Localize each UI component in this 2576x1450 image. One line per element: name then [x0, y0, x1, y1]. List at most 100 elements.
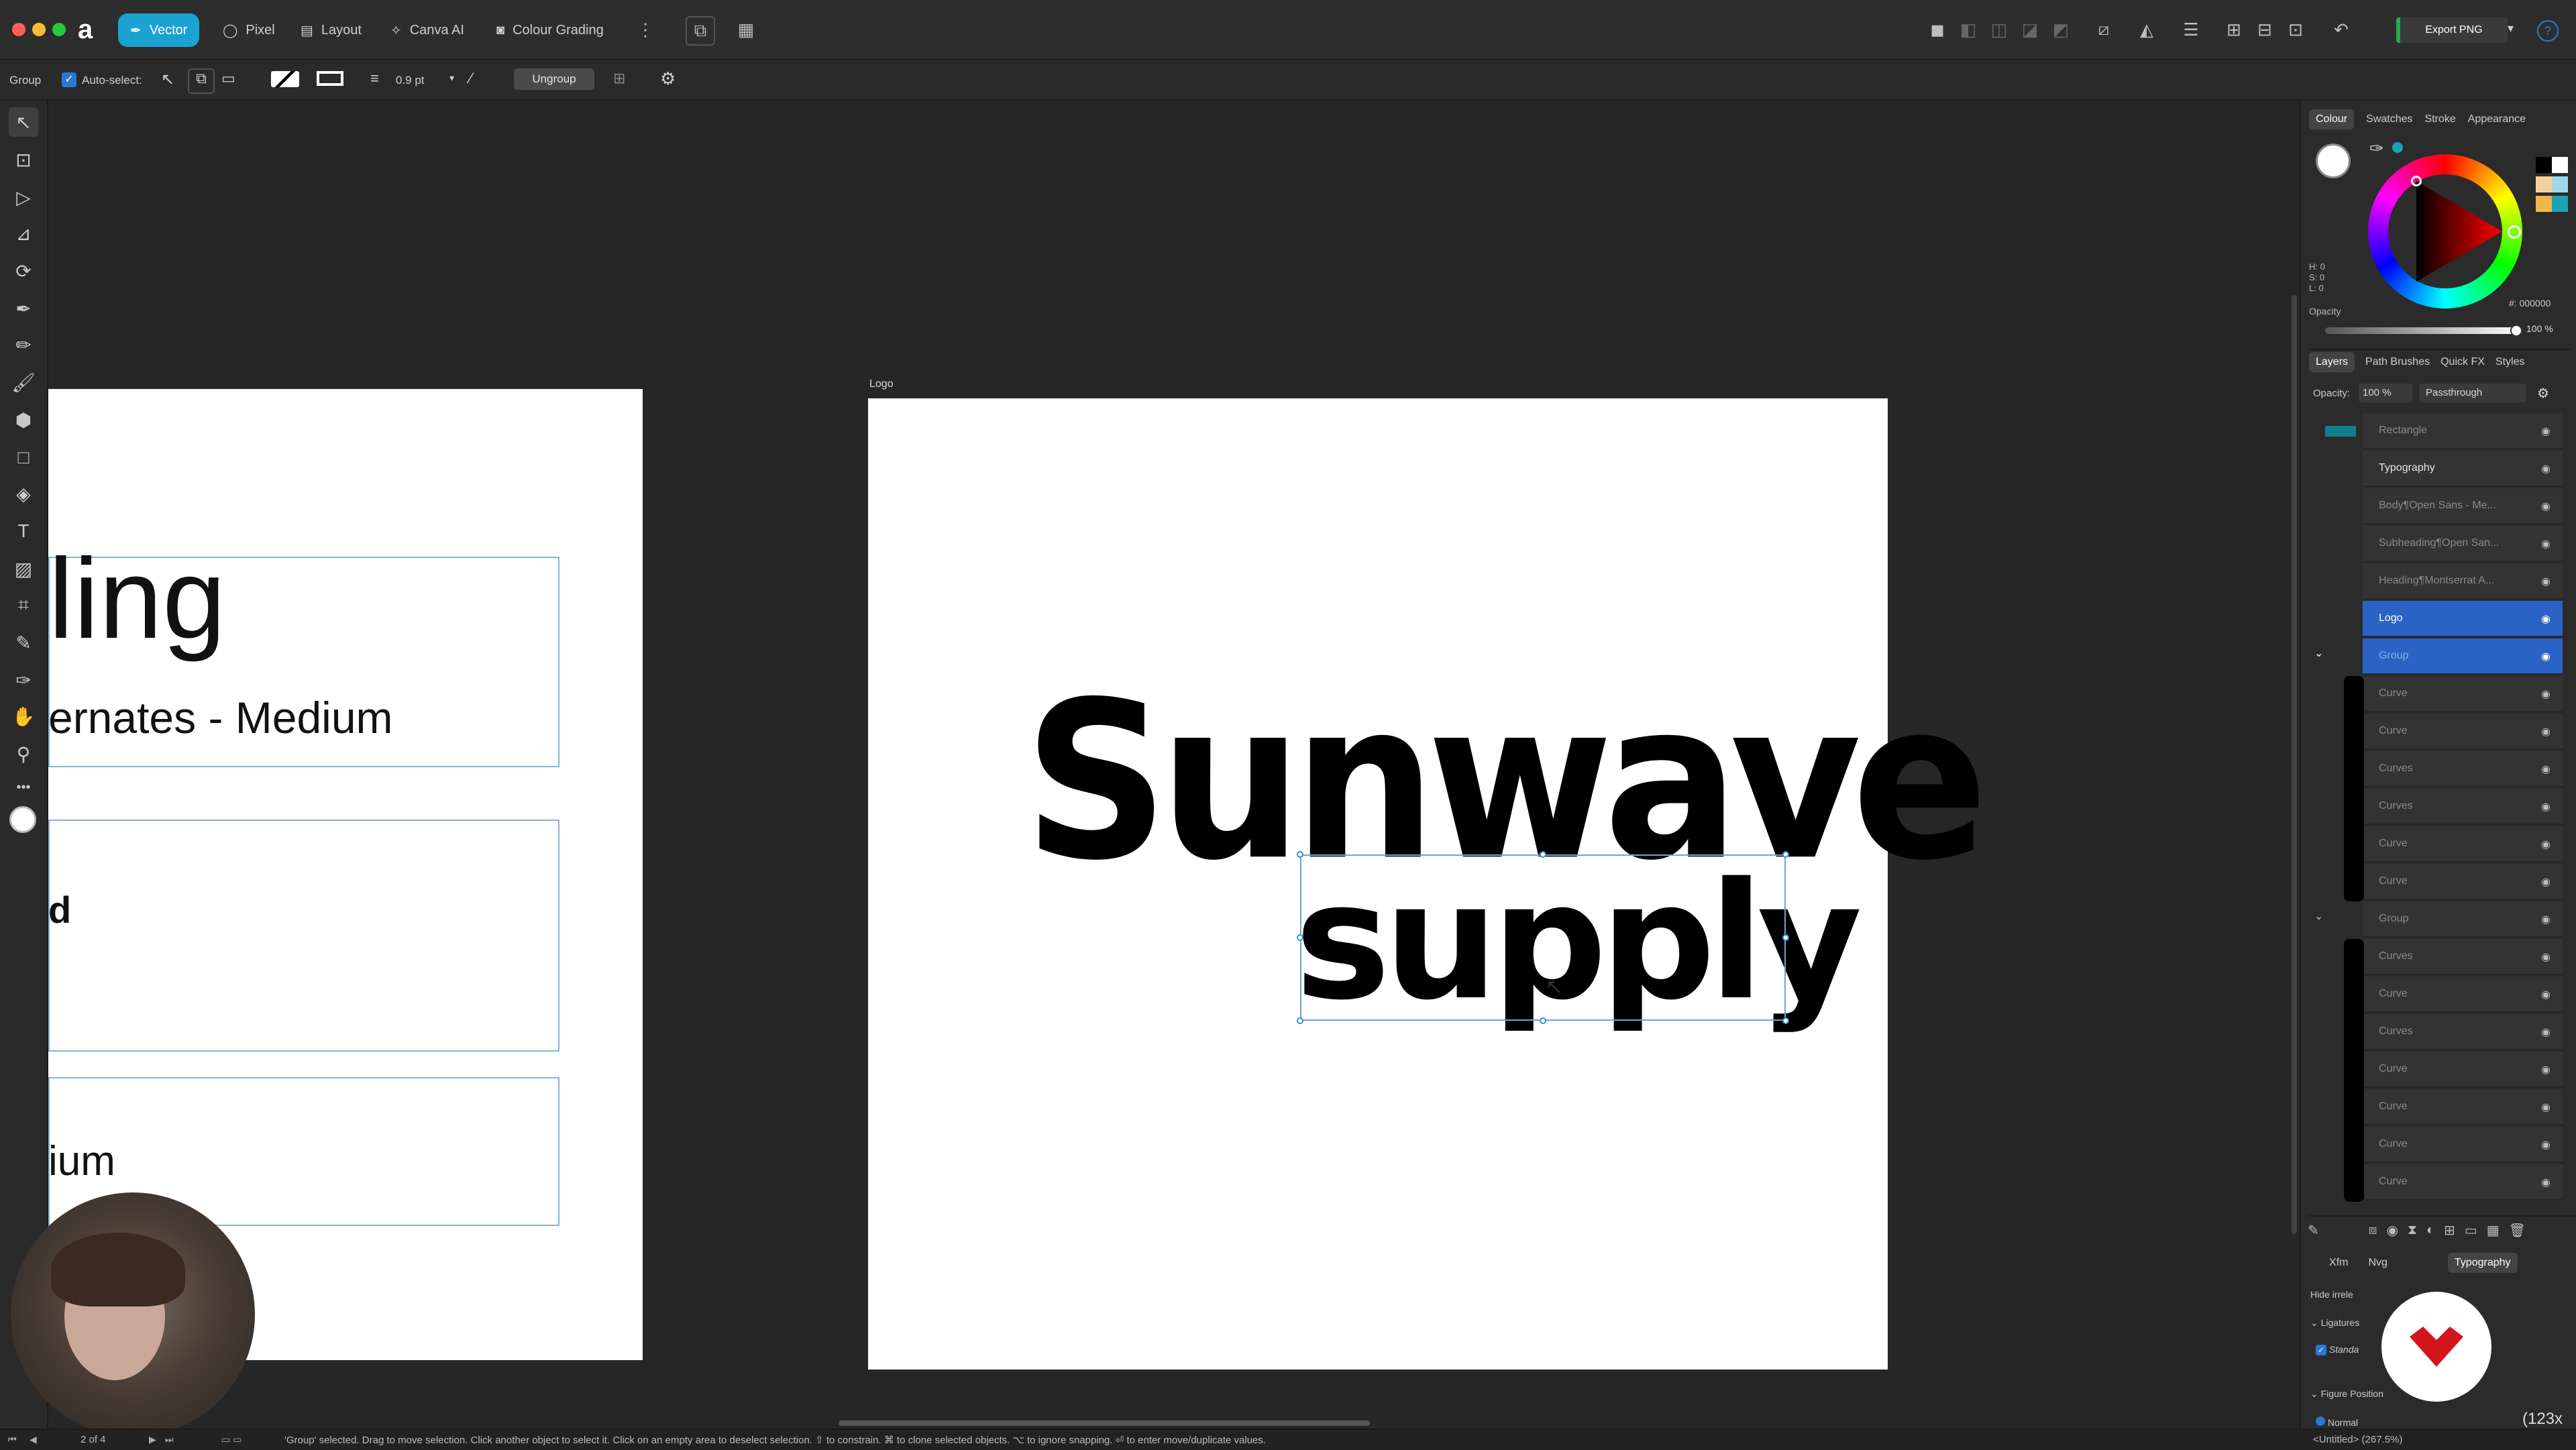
more-tools-icon[interactable]: ••• [9, 773, 38, 802]
next-page-icon[interactable]: ▶ [149, 1434, 156, 1445]
visibility-eye-icon[interactable]: ◉ [2541, 575, 2555, 588]
folder-icon[interactable]: ▭ [2465, 1222, 2477, 1239]
layer-row-logo[interactable]: Logo ◉ [2363, 601, 2563, 637]
layer-row[interactable]: Rectangle ◉ [2325, 413, 2563, 449]
point-transform-tool-icon[interactable]: ⊿ [9, 219, 38, 248]
tab-appearance[interactable]: Appearance [2468, 113, 2526, 125]
layer-row[interactable]: Curve ◉ [2363, 714, 2563, 750]
close-window-button[interactable] [12, 23, 25, 36]
tab-path-brushes[interactable]: Path Brushes [2365, 356, 2430, 368]
visibility-eye-icon[interactable]: ◉ [2541, 1101, 2555, 1114]
flip-icon[interactable]: ◭ [2133, 16, 2160, 43]
figure-position-section[interactable]: ⌄ Figure Position [2310, 1388, 2383, 1400]
persona-layout-button[interactable]: ▤ Layout [288, 13, 374, 47]
hand-tool-icon[interactable]: ✋ [9, 702, 38, 731]
colour-grading-button[interactable]: ◙ Colour Grading [484, 13, 616, 47]
layer-row[interactable]: Curves ◉ [2363, 939, 2563, 975]
pen-tool-icon[interactable]: ✒ [9, 294, 38, 323]
visibility-eye-icon[interactable]: ◉ [2541, 687, 2555, 701]
visibility-eye-icon[interactable]: ◉ [2541, 1063, 2555, 1076]
visibility-eye-icon[interactable]: ◉ [2541, 650, 2555, 663]
fill-swatch[interactable] [271, 71, 299, 87]
settings-gear-icon[interactable]: ⚙ [660, 68, 676, 89]
zoom-window-button[interactable] [52, 23, 66, 36]
visibility-eye-icon[interactable]: ◉ [2541, 1176, 2555, 1189]
visibility-eye-icon[interactable]: ◉ [2541, 537, 2555, 551]
previous-page-icon[interactable]: ◀ [30, 1434, 37, 1445]
boolean-xor-icon[interactable]: ◪ [2017, 16, 2043, 43]
selection-handle[interactable] [1782, 851, 1789, 858]
tab-typography[interactable]: Typography [2447, 1253, 2518, 1273]
layer-row[interactable]: Curves ◉ [2363, 751, 2563, 787]
mask-icon[interactable]: ⧈ [2369, 1223, 2377, 1238]
visibility-eye-icon[interactable]: ◉ [2541, 913, 2555, 926]
visibility-eye-icon[interactable]: ◉ [2541, 763, 2555, 776]
logo-artboard[interactable]: Sunwave supply ↖ [868, 398, 1988, 1370]
selection-handle[interactable] [1540, 1017, 1546, 1024]
arrange-icon[interactable]: ☰ [2178, 16, 2204, 43]
visibility-eye-icon[interactable]: ◉ [2541, 725, 2555, 738]
affinity-logo-icon[interactable]: a [78, 15, 105, 44]
boolean-subtract-icon[interactable]: ◧ [1955, 16, 1982, 43]
artboard-tool-icon[interactable]: ⊡ [9, 145, 38, 174]
page-thumbnails-icon[interactable]: ▭ ▭ [221, 1434, 241, 1445]
canvas-vertical-scrollbar[interactable] [2292, 295, 2297, 1234]
rotate-tool-icon[interactable]: ⟳ [9, 256, 38, 286]
selection-handle[interactable] [1782, 1017, 1789, 1024]
adjustment-icon[interactable]: ⧗ [2408, 1223, 2417, 1238]
boolean-divide-icon[interactable]: ◩ [2047, 16, 2074, 43]
visibility-eye-icon[interactable]: ◉ [2541, 838, 2555, 851]
visibility-eye-icon[interactable]: ◉ [2541, 500, 2555, 513]
ungroup-button[interactable]: Ungroup [514, 68, 594, 90]
tab-colour[interactable]: Colour [2309, 109, 2355, 129]
more-options-icon[interactable]: ⋮ [632, 16, 659, 43]
expand-chevron-icon[interactable]: ⌄ [2314, 647, 2323, 660]
boolean-intersect-icon[interactable]: ◫ [1986, 16, 2012, 43]
canvas-horizontal-scrollbar[interactable] [839, 1420, 1370, 1426]
layer-row[interactable]: Curves ◉ [2363, 789, 2563, 825]
persona-vector-button[interactable]: ✒ Vector [118, 13, 200, 47]
snapping-icon[interactable]: ⧉ [686, 16, 715, 46]
fill-tool-icon[interactable]: ⬢ [9, 405, 38, 435]
node-tool-icon[interactable]: ▷ [9, 182, 38, 212]
visibility-eye-icon[interactable]: ◉ [2541, 425, 2555, 438]
grid-snap-icon[interactable]: ⊞ [613, 70, 625, 87]
layer-row[interactable]: Curve ◉ [2363, 1127, 2563, 1163]
layer-row[interactable]: Subheading¶Open San... ◉ [2363, 526, 2563, 562]
visibility-eye-icon[interactable]: ◉ [2541, 800, 2555, 814]
help-icon[interactable]: ? [2537, 20, 2559, 42]
rectangle-tool-icon[interactable]: □ [9, 443, 38, 472]
layer-row[interactable]: Curve ◉ [2363, 864, 2563, 900]
canva-ai-button[interactable]: ✧ Canva AI [378, 13, 476, 47]
minimize-window-button[interactable] [32, 23, 46, 36]
grid-icon[interactable]: ▦ [733, 16, 759, 43]
first-page-icon[interactable]: ⏮ [8, 1434, 17, 1445]
hue-handle[interactable] [2508, 225, 2521, 239]
last-page-icon[interactable]: ⏭ [165, 1434, 174, 1445]
colour-picker-tool-icon[interactable]: ✑ [9, 665, 38, 695]
recent-colour-dot[interactable] [2392, 142, 2403, 153]
move-forward-icon[interactable]: ⊟ [2251, 16, 2278, 43]
quick-swatches[interactable] [2536, 157, 2571, 231]
stroke-width-icon[interactable]: ≡ [370, 70, 379, 87]
crop-tool-icon[interactable]: ⌗ [9, 590, 38, 620]
pixel-layer-icon[interactable]: ▦ [2487, 1222, 2500, 1239]
boolean-add-icon[interactable]: ◼ [1924, 16, 1951, 43]
tab-styles[interactable]: Styles [2496, 356, 2525, 368]
layer-row[interactable]: Curve ◉ [2363, 1089, 2563, 1125]
delete-icon[interactable]: 🗑 [2509, 1222, 2526, 1239]
visibility-eye-icon[interactable]: ◉ [2541, 1138, 2555, 1152]
tab-navigator[interactable]: Nvg [2368, 1257, 2387, 1269]
fill-colour-swatch[interactable] [9, 806, 36, 833]
tab-layers[interactable]: Layers [2309, 352, 2355, 372]
persona-pixel-button[interactable]: ◯ Pixel [211, 13, 287, 47]
stroke-width-value[interactable]: 0.9 pt [396, 74, 425, 87]
selection-handle[interactable] [1297, 934, 1303, 941]
layer-row[interactable]: Heading¶Montserrat A... ◉ [2363, 563, 2563, 600]
live-filter-icon[interactable]: ◐ [2426, 1223, 2434, 1238]
layer-settings-gear-icon[interactable]: ⚙ [2537, 385, 2549, 402]
selection-handle[interactable] [1297, 851, 1303, 858]
colour-triangle[interactable] [2368, 154, 2522, 309]
fx-icon[interactable]: ◉ [2387, 1222, 2398, 1239]
visibility-eye-icon[interactable]: ◉ [2541, 1025, 2555, 1039]
